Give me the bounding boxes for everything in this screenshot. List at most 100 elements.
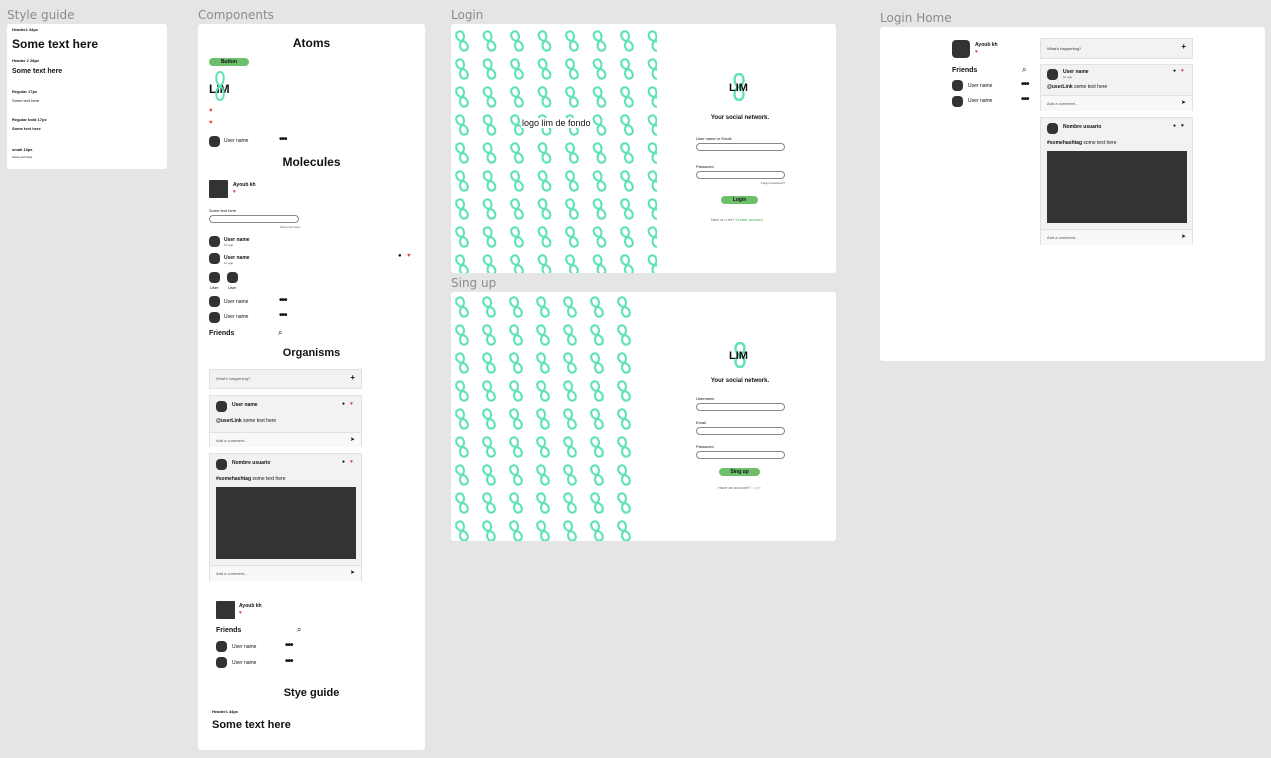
atom-user-name: User name bbox=[224, 138, 249, 144]
profile-avatar[interactable] bbox=[209, 180, 228, 198]
friend-avatar[interactable] bbox=[952, 96, 963, 107]
send-icon[interactable]: ➤ bbox=[350, 569, 355, 576]
avatar[interactable] bbox=[216, 641, 227, 652]
post-avatar[interactable] bbox=[216, 401, 227, 412]
comment-icon[interactable]: ● bbox=[342, 459, 345, 465]
avatar[interactable] bbox=[216, 657, 227, 668]
signup-button[interactable]: Sing up bbox=[719, 468, 760, 476]
heart-icon[interactable]: ♥ bbox=[1181, 123, 1184, 129]
more-icon[interactable]: ••• bbox=[279, 310, 287, 321]
login-link[interactable]: Login bbox=[751, 485, 761, 490]
login-home-frame: Ayoub kh ♥ Friends ⌕ User name ••• User … bbox=[880, 27, 1265, 361]
heart-icon[interactable]: ♥ bbox=[1181, 68, 1184, 74]
more-icon[interactable]: ••• bbox=[285, 640, 293, 651]
login-button[interactable]: Login bbox=[721, 196, 758, 204]
friend-name[interactable]: User name bbox=[232, 644, 256, 650]
signup-username-input[interactable] bbox=[696, 403, 785, 411]
avatar[interactable] bbox=[209, 272, 220, 283]
frame-label-login-home: Login Home bbox=[880, 11, 952, 25]
components-frame: Atoms Button LIM ♥ ♥ User name ••• Molec… bbox=[198, 24, 425, 750]
login-password-input[interactable] bbox=[696, 171, 785, 179]
sg-regular-bold-text: Some text here bbox=[12, 126, 41, 131]
heart-icon[interactable]: ♥ bbox=[350, 401, 353, 407]
atoms-title: Atoms bbox=[292, 36, 331, 50]
send-icon[interactable]: ➤ bbox=[1181, 233, 1186, 240]
sg-small-label: small 10px bbox=[12, 147, 33, 152]
avatar-caption: User bbox=[210, 285, 219, 290]
home-friends-label: Friends bbox=[952, 67, 978, 74]
forgot-password-link[interactable]: Forgot password? bbox=[761, 181, 785, 185]
atom-button[interactable]: Button bbox=[209, 58, 249, 66]
signup-password-input[interactable] bbox=[696, 451, 785, 459]
comment-icon[interactable]: ● bbox=[1173, 68, 1176, 74]
molecules-title: Molecules bbox=[282, 155, 341, 169]
comment-placeholder: Add a comment... bbox=[216, 571, 248, 576]
send-icon[interactable]: ➤ bbox=[1181, 99, 1186, 106]
sg-regular-text: Some text here bbox=[12, 98, 40, 103]
login-tagline: Your social network. bbox=[710, 115, 770, 121]
search-icon[interactable]: ⌕ bbox=[278, 328, 282, 338]
sg-small-text: Some text here bbox=[12, 155, 33, 159]
post-avatar[interactable] bbox=[1047, 123, 1058, 134]
style-guide-frame: Header1 44px Some text here Header 2 28p… bbox=[7, 24, 167, 169]
more-icon[interactable]: ••• bbox=[279, 295, 287, 306]
profile-avatar[interactable] bbox=[952, 40, 970, 58]
home-post-card-image: Nombre usuario ● ♥ #somehashtag some tex… bbox=[1040, 117, 1193, 245]
user-time: 1h ago bbox=[224, 243, 234, 247]
post-card-image: Nombre usuario ● ♥ #somehashtag some tex… bbox=[209, 453, 362, 581]
search-icon[interactable]: ⌕ bbox=[297, 625, 301, 635]
comment-input[interactable]: Add a comment... ➤ bbox=[210, 565, 361, 581]
post-avatar[interactable] bbox=[216, 459, 227, 470]
input-hint: Some text here bbox=[280, 225, 301, 229]
login-frame: logo lim de fondo LIM Your social networ… bbox=[451, 24, 836, 273]
avatar[interactable] bbox=[227, 272, 238, 283]
friend-avatar[interactable] bbox=[952, 80, 963, 91]
post-text: #somehashtag some text here bbox=[1047, 140, 1117, 146]
sg-h1-text: Some text here bbox=[12, 37, 99, 51]
comment-input[interactable]: Add a comment... ➤ bbox=[1041, 95, 1192, 111]
profile-name: Ayoub kh bbox=[239, 603, 262, 609]
heart-icon[interactable]: ♥ bbox=[209, 108, 213, 114]
more-icon[interactable]: ••• bbox=[1021, 94, 1029, 105]
avatar[interactable] bbox=[209, 253, 220, 264]
friend-name[interactable]: User name bbox=[232, 660, 256, 666]
whats-happening-bar[interactable]: What's happening? + bbox=[209, 369, 362, 389]
home-profile-name: Ayoub kh bbox=[975, 42, 998, 48]
comment-input[interactable]: Add a comment... ➤ bbox=[1041, 229, 1192, 245]
send-icon[interactable]: ➤ bbox=[350, 436, 355, 443]
login-username-label: User name or Email bbox=[696, 136, 732, 141]
whats-happening-bar[interactable]: What's happening? + bbox=[1040, 38, 1193, 59]
more-icon[interactable]: ••• bbox=[279, 134, 287, 145]
heart-icon-2[interactable]: ♥ bbox=[209, 120, 213, 126]
comment-icon[interactable]: ● bbox=[342, 401, 345, 407]
comment-placeholder: Add a comment... bbox=[216, 438, 248, 443]
friend-name[interactable]: User name bbox=[968, 98, 992, 104]
text-input[interactable] bbox=[209, 215, 299, 223]
post-image[interactable] bbox=[216, 487, 356, 559]
comment-icon[interactable]: ● bbox=[398, 253, 402, 259]
signup-email-input[interactable] bbox=[696, 427, 785, 435]
comment-icon[interactable]: ● bbox=[1173, 123, 1176, 129]
plus-icon[interactable]: + bbox=[1181, 42, 1186, 51]
comment-input[interactable]: Add a comment... ➤ bbox=[210, 432, 361, 447]
profile-avatar[interactable] bbox=[216, 601, 235, 619]
avatar[interactable] bbox=[209, 296, 220, 307]
avatar[interactable] bbox=[209, 236, 220, 247]
heart-icon[interactable]: ♥ bbox=[350, 459, 353, 465]
search-icon[interactable]: ⌕ bbox=[1022, 65, 1026, 75]
more-icon[interactable]: ••• bbox=[1021, 79, 1029, 90]
post-avatar[interactable] bbox=[1047, 69, 1058, 80]
plus-icon[interactable]: + bbox=[350, 373, 355, 382]
create-account-link[interactable]: Create account bbox=[735, 217, 762, 222]
more-icon[interactable]: ••• bbox=[285, 656, 293, 667]
friend-name[interactable]: User name bbox=[968, 83, 992, 89]
login-username-input[interactable] bbox=[696, 143, 785, 151]
avatar[interactable] bbox=[209, 136, 220, 147]
heart-icon[interactable]: ♥ bbox=[407, 253, 411, 259]
frame-label-components: Components bbox=[198, 8, 274, 22]
post-image[interactable] bbox=[1047, 151, 1187, 223]
avatar-caption: User bbox=[228, 285, 237, 290]
sg-regular-label: Regular 17px bbox=[12, 89, 38, 94]
avatar[interactable] bbox=[209, 312, 220, 323]
sg-h2-text: Some text here bbox=[12, 68, 63, 75]
